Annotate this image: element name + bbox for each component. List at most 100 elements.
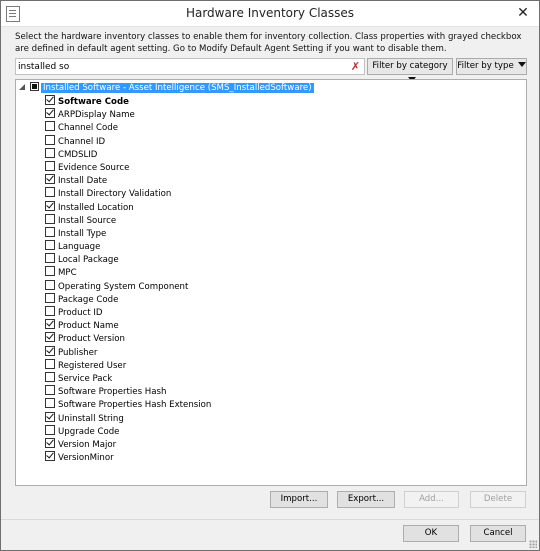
root-partial-checkbox[interactable] bbox=[30, 82, 39, 91]
property-checkbox[interactable] bbox=[45, 279, 55, 290]
property-checkbox[interactable] bbox=[45, 160, 55, 171]
cancel-button[interactable]: Cancel bbox=[470, 525, 526, 542]
property-label: Install Type bbox=[58, 228, 107, 239]
property-row[interactable]: Registered User bbox=[45, 358, 505, 372]
property-row[interactable]: Product Name bbox=[45, 319, 505, 332]
property-row[interactable]: Product Version bbox=[45, 332, 505, 345]
property-label: Uninstall String bbox=[58, 413, 124, 424]
property-row[interactable]: Version Major bbox=[45, 437, 505, 451]
root-node-label: Installed Software - Asset Intelligence … bbox=[41, 83, 314, 93]
property-row[interactable]: Install Date bbox=[45, 174, 505, 187]
export-button[interactable]: Export... bbox=[337, 491, 395, 508]
property-checkbox[interactable] bbox=[45, 385, 55, 396]
property-checkbox[interactable] bbox=[45, 306, 55, 316]
property-checkbox[interactable] bbox=[45, 253, 55, 264]
property-checkbox[interactable] bbox=[45, 424, 55, 435]
clear-search-icon[interactable]: ✗ bbox=[350, 59, 361, 74]
filter-by-category-button[interactable]: Filter by category bbox=[367, 58, 453, 82]
property-row[interactable]: Software Properties Hash bbox=[45, 385, 505, 398]
chevron-down-icon bbox=[517, 62, 526, 67]
property-checkbox[interactable] bbox=[45, 319, 55, 330]
property-label: Upgrade Code bbox=[58, 426, 120, 437]
dialog-footer: OK Cancel bbox=[1, 520, 539, 550]
property-row[interactable]: VersionMinor bbox=[45, 451, 505, 464]
property-row[interactable]: Installed Location bbox=[45, 200, 505, 214]
property-row[interactable]: Evidence Source bbox=[45, 160, 505, 174]
property-row[interactable]: Product ID bbox=[45, 306, 505, 319]
property-label: Channel Code bbox=[58, 123, 119, 134]
property-label: Install Directory Validation bbox=[58, 189, 172, 200]
property-row[interactable]: Uninstall String bbox=[45, 411, 505, 425]
instructions-text: Select the hardware inventory classes to… bbox=[15, 32, 522, 54]
property-row[interactable]: ARPDisplay Name bbox=[45, 108, 505, 121]
property-label: Installed Location bbox=[58, 202, 134, 213]
property-label: Language bbox=[58, 242, 101, 253]
import-button[interactable]: Import... bbox=[270, 491, 328, 508]
property-checkbox[interactable] bbox=[45, 398, 55, 409]
property-checkbox[interactable] bbox=[45, 108, 55, 119]
property-checkbox[interactable] bbox=[45, 213, 55, 224]
filter-by-category-label: Filter by category bbox=[372, 61, 448, 71]
collapse-expander-icon[interactable] bbox=[19, 84, 25, 90]
delete-button[interactable]: Delete bbox=[470, 491, 526, 508]
property-checkbox[interactable] bbox=[45, 411, 55, 422]
property-row[interactable]: Install Source bbox=[45, 213, 505, 227]
property-row[interactable]: Channel Code bbox=[45, 121, 505, 134]
add-button[interactable]: Add... bbox=[404, 491, 459, 508]
property-label: VersionMinor bbox=[58, 453, 114, 464]
window-title: Hardware Inventory Classes bbox=[185, 6, 355, 20]
resize-grip-icon[interactable] bbox=[529, 540, 537, 548]
property-label: Publisher bbox=[58, 347, 98, 358]
property-row[interactable]: Upgrade Code bbox=[45, 424, 505, 438]
property-checkbox[interactable] bbox=[45, 187, 55, 198]
property-checkbox[interactable] bbox=[45, 240, 55, 251]
property-row[interactable]: Publisher bbox=[45, 345, 505, 359]
property-row[interactable]: Install Type bbox=[45, 226, 505, 240]
property-row[interactable]: Software Code bbox=[45, 95, 505, 108]
property-checkbox[interactable] bbox=[45, 200, 55, 211]
property-row[interactable]: Package Code bbox=[45, 292, 505, 306]
property-checkbox[interactable] bbox=[45, 345, 55, 356]
property-label: Install Date bbox=[58, 176, 108, 187]
property-checkbox[interactable] bbox=[45, 371, 55, 382]
property-checkbox[interactable] bbox=[45, 332, 55, 343]
property-checkbox[interactable] bbox=[45, 437, 55, 448]
property-row[interactable]: MPC bbox=[45, 266, 505, 279]
property-checkbox[interactable] bbox=[45, 147, 55, 158]
property-checkbox[interactable] bbox=[45, 95, 55, 105]
property-checkbox[interactable] bbox=[45, 134, 55, 145]
property-checkbox[interactable] bbox=[45, 451, 55, 462]
property-label: Product ID bbox=[58, 308, 103, 318]
property-checkbox[interactable] bbox=[45, 358, 55, 369]
property-row[interactable]: Local Package bbox=[45, 253, 505, 266]
property-checkbox[interactable] bbox=[45, 226, 55, 237]
property-row[interactable]: Service Pack bbox=[45, 371, 505, 385]
property-label: Local Package bbox=[58, 255, 119, 266]
property-label: Software Properties Hash Extension bbox=[58, 400, 212, 411]
property-row[interactable]: Software Properties Hash Extension bbox=[45, 398, 505, 411]
property-row[interactable]: Operating System Component bbox=[45, 279, 505, 293]
tree-root-node[interactable]: Installed Software - Asset Intelligence … bbox=[19, 82, 314, 95]
ok-button[interactable]: OK bbox=[403, 525, 459, 542]
property-row[interactable]: Language bbox=[45, 240, 505, 253]
property-label: Product Version bbox=[58, 334, 125, 345]
property-checkbox[interactable] bbox=[45, 174, 55, 185]
property-label: Product Name bbox=[58, 321, 119, 332]
property-checkbox[interactable] bbox=[45, 292, 55, 303]
property-label: Evidence Source bbox=[58, 162, 130, 173]
property-checkbox[interactable] bbox=[45, 121, 55, 132]
property-label: Install Source bbox=[58, 215, 117, 226]
search-input[interactable] bbox=[18, 59, 344, 74]
filter-by-type-button[interactable]: Filter by type bbox=[456, 58, 527, 75]
filter-by-type-label: Filter by type bbox=[457, 61, 514, 71]
property-label: Package Code bbox=[58, 294, 119, 305]
close-button[interactable]: ✕ bbox=[513, 4, 533, 22]
property-row[interactable]: Channel ID bbox=[45, 134, 505, 148]
property-label: Service Pack bbox=[58, 373, 113, 384]
property-row[interactable]: CMDSLID bbox=[45, 147, 505, 161]
inventory-class-tree[interactable]: Installed Software - Asset Intelligence … bbox=[15, 79, 527, 486]
property-checkbox[interactable] bbox=[45, 266, 55, 277]
property-label: Version Major bbox=[58, 439, 117, 450]
property-row[interactable]: Install Directory Validation bbox=[45, 187, 505, 200]
search-box: ✗ bbox=[15, 58, 365, 75]
